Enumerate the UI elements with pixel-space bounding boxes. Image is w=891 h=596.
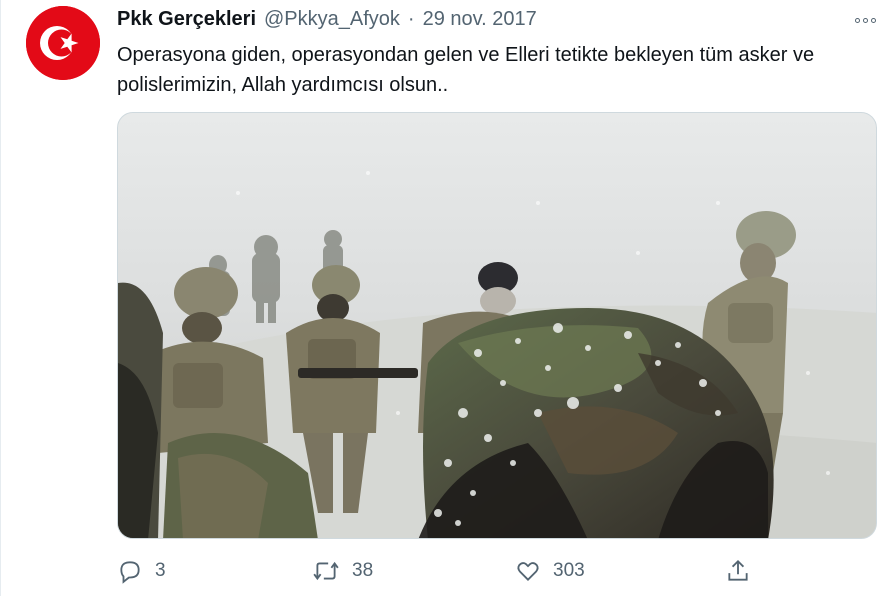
turkish-flag-icon bbox=[26, 6, 100, 80]
reply-icon bbox=[120, 561, 140, 584]
reply-button[interactable]: 3 bbox=[117, 556, 166, 586]
tweet-actions: 3 38 303 bbox=[117, 556, 757, 586]
retweet-count: 38 bbox=[352, 560, 374, 581]
timeline-border bbox=[0, 0, 1, 596]
reply-count: 3 bbox=[155, 560, 166, 581]
like-count: 303 bbox=[553, 560, 585, 581]
share-icon bbox=[728, 559, 748, 581]
tweet-photo[interactable] bbox=[117, 112, 877, 539]
separator-dot: · bbox=[407, 8, 415, 30]
timestamp[interactable]: 29 nov. 2017 bbox=[423, 8, 537, 31]
avatar[interactable] bbox=[26, 6, 100, 80]
handle[interactable]: @Pkkya_Afyok bbox=[264, 8, 400, 31]
share-button[interactable] bbox=[725, 556, 751, 586]
tweet-header: Pkk Gerçekleri @Pkkya_Afyok · 29 nov. 20… bbox=[117, 8, 851, 34]
heart-icon bbox=[517, 562, 539, 581]
like-button[interactable]: 303 bbox=[515, 556, 585, 586]
display-name[interactable]: Pkk Gerçekleri bbox=[117, 8, 256, 31]
tweet-text: Operasyona giden, operasyondan gelen ve … bbox=[117, 44, 815, 96]
more-options-icon[interactable] bbox=[848, 10, 882, 30]
soldiers-in-snow-photo bbox=[118, 113, 876, 538]
retweet-icon bbox=[313, 561, 339, 581]
retweet-button[interactable]: 38 bbox=[312, 556, 373, 586]
